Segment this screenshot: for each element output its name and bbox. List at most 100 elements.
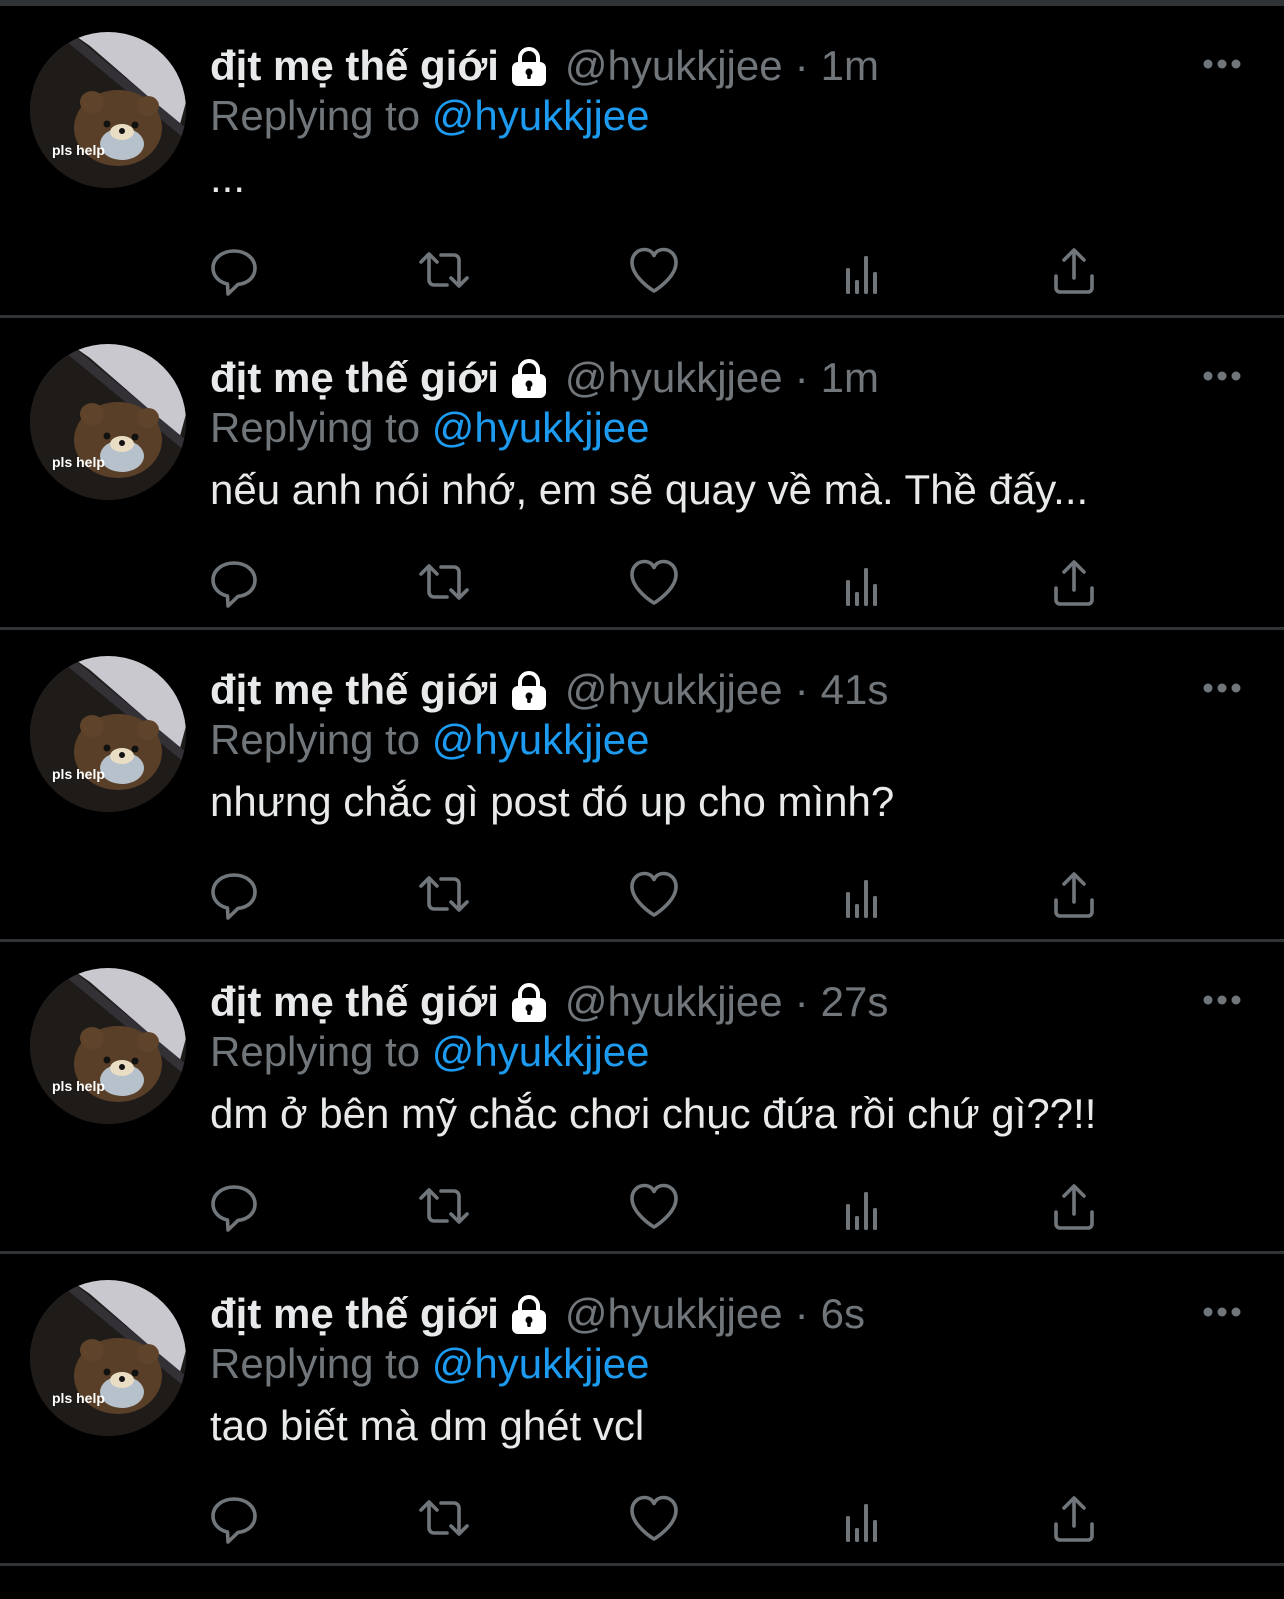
analytics-button[interactable] [834,1176,894,1236]
retweet-button[interactable] [414,240,474,300]
tweet[interactable]: pls help địt mẹ thế giới @hyukkjjee · 1m [0,318,1284,630]
user-handle[interactable]: @hyukkjjee [565,1290,783,1338]
more-icon[interactable] [1200,50,1244,78]
tweet-text: dm ở bên mỹ chắc chơi chục đứa rồi chứ g… [210,1090,1097,1137]
retweet-icon [419,876,469,912]
lock-icon [507,356,551,400]
retweet-icon [419,1188,469,1224]
reply-icon [211,1497,257,1544]
avatar-caption: pls help [52,766,105,782]
reply-button[interactable] [204,1488,264,1548]
timestamp[interactable]: 1m [821,42,879,90]
more-icon[interactable] [1200,986,1244,1014]
analytics-button[interactable] [834,864,894,924]
timestamp[interactable]: 6s [821,1290,865,1338]
user-handle[interactable]: @hyukkjjee [565,666,783,714]
display-name[interactable]: địt mẹ thế giới [210,1290,499,1338]
share-icon [1054,1496,1094,1542]
user-handle[interactable]: @hyukkjjee [565,354,783,402]
replying-to-link[interactable]: @hyukkjjee [432,404,650,451]
reply-button[interactable] [204,864,264,924]
heart-icon [630,871,678,917]
tweet-header: địt mẹ thế giới @hyukkjjee · 6s [210,1286,865,1342]
tweet[interactable]: pls help địt mẹ thế giới @hyukkjjee · 41… [0,630,1284,942]
more-icon[interactable] [1200,362,1244,390]
share-button[interactable] [1044,552,1104,612]
more-icon[interactable] [1200,674,1244,702]
retweet-button[interactable] [414,1488,474,1548]
avatar[interactable]: pls help [30,344,186,500]
more-icon[interactable] [1200,1298,1244,1326]
share-button[interactable] [1044,240,1104,300]
replying-to-link[interactable]: @hyukkjjee [432,1028,650,1075]
display-name[interactable]: địt mẹ thế giới [210,666,499,714]
lock-icon [507,980,551,1024]
like-button[interactable] [624,1176,684,1236]
user-handle[interactable]: @hyukkjjee [565,42,783,90]
separator-dot: · [794,354,809,401]
display-name[interactable]: địt mẹ thế giới [210,354,499,402]
analytics-button[interactable] [834,1488,894,1548]
share-button[interactable] [1044,1488,1104,1548]
like-button[interactable] [624,864,684,924]
avatar[interactable]: pls help [30,968,186,1124]
tweet-header: địt mẹ thế giới @hyukkjjee · 1m [210,350,879,406]
tweet[interactable]: pls help địt mẹ thế giới @hyukkjjee · 6s [0,1254,1284,1566]
like-button[interactable] [624,240,684,300]
share-icon [1054,1184,1094,1230]
share-button[interactable] [1044,864,1104,924]
tweet-actions [0,240,1284,300]
tweet-text: nếu anh nói nhớ, em sẽ quay về mà. Thề đ… [210,466,1089,513]
analytics-button[interactable] [834,552,894,612]
timestamp[interactable]: 1m [821,354,879,402]
retweet-button[interactable] [414,864,474,924]
replying-to-line: Replying to @hyukkjjee [210,404,650,452]
retweet-button[interactable] [414,552,474,612]
tweet[interactable]: pls help địt mẹ thế giới @hyukkjjee · 27… [0,942,1284,1254]
avatar[interactable]: pls help [30,32,186,188]
replying-to-line: Replying to @hyukkjjee [210,716,650,764]
analytics-button[interactable] [834,240,894,300]
reply-icon [211,561,257,608]
separator-dot: · [794,666,809,713]
heart-icon [630,1183,678,1229]
heart-icon [630,1495,678,1541]
like-button[interactable] [624,1488,684,1548]
avatar-caption: pls help [52,1078,105,1094]
replying-to-link[interactable]: @hyukkjjee [432,1340,650,1387]
replying-label: Replying to [210,1340,421,1387]
replying-to-line: Replying to @hyukkjjee [210,92,650,140]
avatar-image [30,344,186,500]
lock-icon [507,44,551,88]
user-handle[interactable]: @hyukkjjee [565,978,783,1026]
tweet-text: nhưng chắc gì post đó up cho mình? [210,778,895,825]
avatar[interactable]: pls help [30,1280,186,1436]
replying-label: Replying to [210,1028,421,1075]
tweet-header: địt mẹ thế giới @hyukkjjee · 27s [210,974,888,1030]
share-button[interactable] [1044,1176,1104,1236]
replying-to-line: Replying to @hyukkjjee [210,1340,650,1388]
display-name[interactable]: địt mẹ thế giới [210,42,499,90]
reply-icon [211,1185,257,1232]
reply-thread: pls help địt mẹ thế giới @hyukkjjee · 1m [0,0,1284,1599]
lock-icon [507,668,551,712]
retweet-icon [419,252,469,288]
tweet[interactable]: pls help địt mẹ thế giới @hyukkjjee · 1m [0,6,1284,318]
retweet-icon [419,1500,469,1536]
replying-to-link[interactable]: @hyukkjjee [432,92,650,139]
reply-button[interactable] [204,240,264,300]
display-name[interactable]: địt mẹ thế giới [210,978,499,1026]
reply-button[interactable] [204,552,264,612]
replying-to-link[interactable]: @hyukkjjee [432,716,650,763]
retweet-button[interactable] [414,1176,474,1236]
reply-button[interactable] [204,1176,264,1236]
timestamp[interactable]: 41s [821,666,889,714]
heart-icon [630,247,678,293]
share-icon [1054,560,1094,606]
avatar-image [30,32,186,188]
like-button[interactable] [624,552,684,612]
timestamp[interactable]: 27s [821,978,889,1026]
avatar[interactable]: pls help [30,656,186,812]
avatar-image [30,656,186,812]
separator-dot: · [794,978,809,1025]
